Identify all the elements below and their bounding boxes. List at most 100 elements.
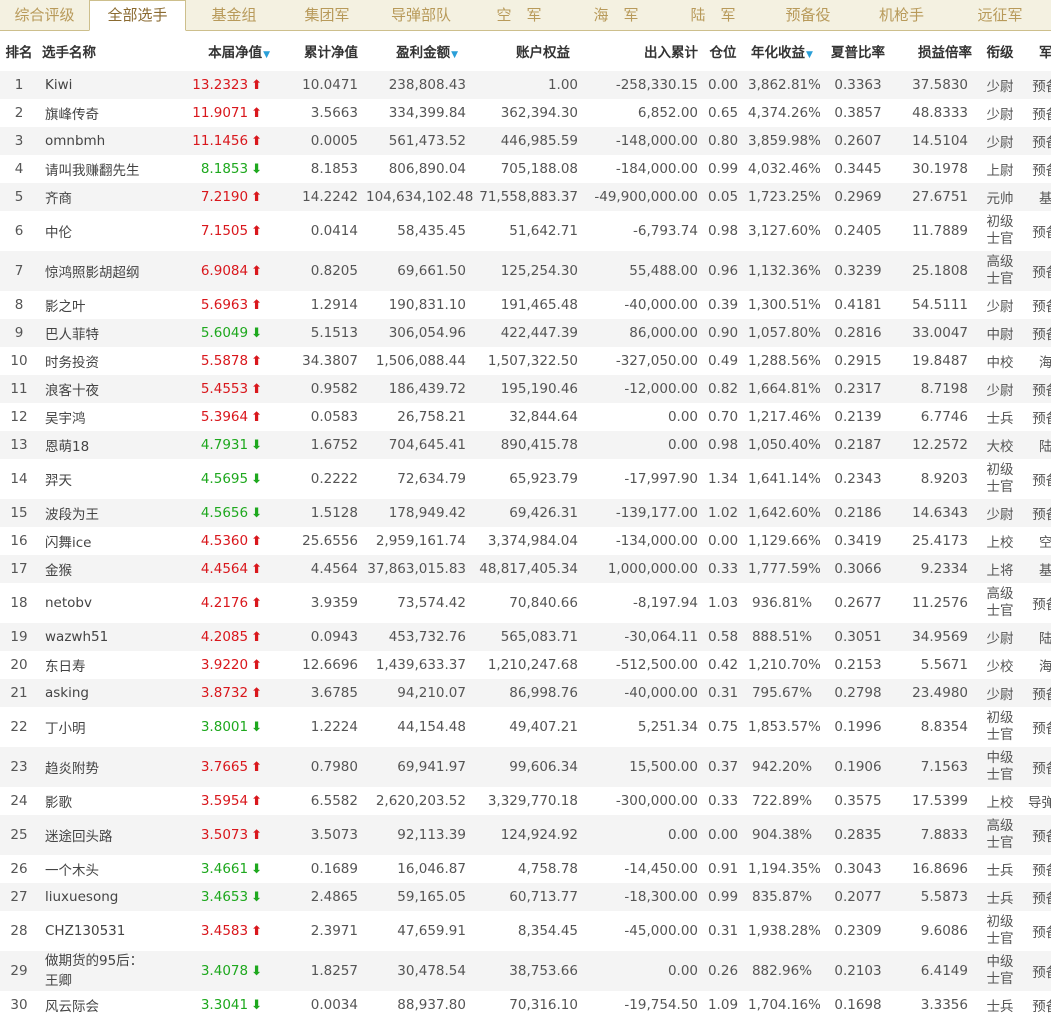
col-profit[interactable]: 盈利金额▼: [362, 31, 474, 71]
player-name[interactable]: 东日寿: [38, 651, 156, 679]
table-row[interactable]: 8 影之叶 5.6963 ⬆ 1.2914 190,831.10 191,465.48 -40…: [0, 291, 1051, 319]
arrow-down-icon: ⬇: [251, 326, 262, 341]
branch: 基金: [1024, 183, 1051, 211]
player-name[interactable]: 时务投资: [38, 347, 156, 375]
pl-ratio: 8.8354: [896, 707, 976, 747]
rank-title: 高级士官: [976, 583, 1024, 623]
profit-amount: 190,831.10: [362, 291, 474, 319]
table-row[interactable]: 24 影歌 3.5954 ⬆ 6.5582 2,620,203.52 3,329,770.1…: [0, 787, 1051, 815]
table-row[interactable]: 21 asking 3.8732 ⬆ 3.6785 94,210.07 86,998.76-…: [0, 679, 1051, 707]
player-name[interactable]: wazwh51: [38, 623, 156, 651]
tab-5[interactable]: 空 军: [470, 0, 568, 30]
table-row[interactable]: 15 波段为王 4.5656 ⬇ 1.5128 178,949.42 69,426.31 -1…: [0, 499, 1051, 527]
tab-3[interactable]: 集团军: [282, 0, 372, 30]
tab-9[interactable]: 机枪手: [854, 0, 949, 30]
position: 0.98: [702, 211, 744, 251]
tab-10[interactable]: 远征军: [949, 0, 1051, 30]
tab-6[interactable]: 海 军: [568, 0, 664, 30]
table-row[interactable]: 9 巴人菲特 5.6049 ⬇ 5.1513 306,054.96 422,447.39 86…: [0, 319, 1051, 347]
rank-title: 初级士官: [976, 211, 1024, 251]
table-row[interactable]: 4 请叫我赚翻先生 8.1853 ⬇ 8.1853 806,890.04 705,188.0…: [0, 155, 1051, 183]
table-row[interactable]: 25 迷途回头路 3.5073 ⬆ 3.5073 92,113.39 124,924.92 0…: [0, 815, 1051, 855]
table-row[interactable]: 13 恩萌18 4.7931 ⬇ 1.6752 704,645.41 890,415.78 0…: [0, 431, 1051, 459]
player-name[interactable]: 丁小明: [38, 707, 156, 747]
table-row[interactable]: 28 CHZ130531 3.4583 ⬆ 2.3971 47,659.91 8,354.4…: [0, 911, 1051, 951]
player-name[interactable]: 浪客十夜: [38, 375, 156, 403]
player-name[interactable]: 中伦: [38, 211, 156, 251]
col-current-nav[interactable]: 本届净值▼: [156, 31, 280, 71]
nav-value: 4.5360: [200, 533, 249, 549]
player-name[interactable]: netobv: [38, 583, 156, 623]
table-row[interactable]: 12 吴宇鸿 5.3964 ⬆ 0.0583 26,758.21 32,844.64 0.00…: [0, 403, 1051, 431]
branch: 预备役: [1024, 951, 1051, 991]
arrow-down-icon: ⬇: [251, 162, 262, 177]
player-name[interactable]: omnbmh: [38, 127, 156, 155]
annual-return: 1,210.70%: [744, 651, 820, 679]
table-row[interactable]: 26 一个木头 3.4661 ⬇ 0.1689 16,046.87 4,758.78 -14,…: [0, 855, 1051, 883]
table-row[interactable]: 14 羿天 4.5695 ⬇ 0.2222 72,634.79 65,923.79 -17,9…: [0, 459, 1051, 499]
table-row[interactable]: 5 齐商 7.2190 ⬆ 14.2242 104,634,102.48 71,558,88…: [0, 183, 1051, 211]
player-name[interactable]: Kiwi: [38, 71, 156, 99]
cash-flow: -8,197.94: [586, 583, 702, 623]
table-row[interactable]: 3 omnbmh 11.1456 ⬆ 0.0005 561,473.52 446,985.5…: [0, 127, 1051, 155]
player-name[interactable]: 请叫我赚翻先生: [38, 155, 156, 183]
player-name[interactable]: asking: [38, 679, 156, 707]
player-name[interactable]: 风云际会: [38, 991, 156, 1019]
col-cumulative-nav: 累计净值: [280, 31, 362, 71]
player-name[interactable]: 影之叶: [38, 291, 156, 319]
table-row[interactable]: 17 金猴 4.4564 ⬆ 4.4564 37,863,015.83 48,817,405…: [0, 555, 1051, 583]
player-name[interactable]: 波段为王: [38, 499, 156, 527]
player-name[interactable]: 趋炎附势: [38, 747, 156, 787]
player-name[interactable]: liuxuesong: [38, 883, 156, 911]
rank-title: 上将: [976, 555, 1024, 583]
table-row[interactable]: 11 浪客十夜 5.4553 ⬆ 0.9582 186,439.72 195,190.46-…: [0, 375, 1051, 403]
pl-ratio: 5.5671: [896, 651, 976, 679]
sharpe-ratio: 0.2186: [820, 499, 896, 527]
player-name[interactable]: CHZ130531: [38, 911, 156, 951]
table-row[interactable]: 2 旗峰传奇 11.9071 ⬆ 3.5663 334,399.84 362,394.30 6…: [0, 99, 1051, 127]
player-name[interactable]: 做期货的95后：王卿: [38, 951, 156, 991]
cash-flow: -300,000.00: [586, 787, 702, 815]
player-name[interactable]: 羿天: [38, 459, 156, 499]
player-name[interactable]: 惊鸿照影胡超纲: [38, 251, 156, 291]
tab-8[interactable]: 预备役: [762, 0, 854, 30]
table-row[interactable]: 22 丁小明 3.8001 ⬇ 1.2224 44,154.48 49,407.21 5,25…: [0, 707, 1051, 747]
rank-cell: 6: [0, 211, 38, 251]
player-name[interactable]: 迷途回头路: [38, 815, 156, 855]
player-name[interactable]: 旗峰传奇: [38, 99, 156, 127]
table-row[interactable]: 1 Kiwi 13.2323 ⬆ 10.0471 238,808.43 1.00 -258,3…: [0, 71, 1051, 99]
account-equity: 890,415.78: [474, 431, 586, 459]
table-row[interactable]: 19 wazwh51 4.2085 ⬆ 0.0943 453,732.76 565,083.…: [0, 623, 1051, 651]
rank-cell: 23: [0, 747, 38, 787]
branch: 预备役: [1024, 883, 1051, 911]
table-row[interactable]: 20 东日寿 3.9220 ⬆ 12.6696 1,439,633.37 1,210,247…: [0, 651, 1051, 679]
table-row[interactable]: 18 netobv 4.2176 ⬆ 3.9359 73,574.42 70,840.66-…: [0, 583, 1051, 623]
player-name[interactable]: 吴宇鸿: [38, 403, 156, 431]
player-name[interactable]: 恩萌18: [38, 431, 156, 459]
table-row[interactable]: 16 闪舞ice 4.5360 ⬆ 25.6556 2,959,161.74 3,374,9…: [0, 527, 1051, 555]
cumulative-nav: 0.0005: [280, 127, 362, 155]
arrow-down-icon: ⬇: [251, 964, 262, 979]
tab-1[interactable]: 全部选手: [89, 0, 186, 31]
current-nav: 4.5656 ⬇: [156, 499, 280, 527]
tab-0[interactable]: 综合评级: [0, 0, 89, 30]
tab-2[interactable]: 基金组: [186, 0, 282, 30]
player-name[interactable]: 影歌: [38, 787, 156, 815]
current-nav: 7.1505 ⬆: [156, 211, 280, 251]
table-row[interactable]: 23 趋炎附势 3.7665 ⬆ 0.7980 69,941.97 99,606.34 15,…: [0, 747, 1051, 787]
player-name[interactable]: 金猴: [38, 555, 156, 583]
player-name[interactable]: 巴人菲特: [38, 319, 156, 347]
cumulative-nav: 14.2242: [280, 183, 362, 211]
col-annual-return[interactable]: 年化收益▼: [744, 31, 820, 71]
player-name[interactable]: 齐商: [38, 183, 156, 211]
tab-4[interactable]: 导弹部队: [372, 0, 470, 30]
table-row[interactable]: 10 时务投资 5.5878 ⬆ 34.3807 1,506,088.44 1,507,32…: [0, 347, 1051, 375]
tab-7[interactable]: 陆 军: [664, 0, 762, 30]
table-row[interactable]: 29 做期货的95后：王卿 3.4078 ⬇ 1.8257 30,478.54 38,753…: [0, 951, 1051, 991]
table-row[interactable]: 6 中伦 7.1505 ⬆ 0.0414 58,435.45 51,642.71 -6,793…: [0, 211, 1051, 251]
table-row[interactable]: 27 liuxuesong 3.4653 ⬇ 2.4865 59,165.05 60,713…: [0, 883, 1051, 911]
table-row[interactable]: 7 惊鸿照影胡超纲 6.9084 ⬆ 0.8205 69,661.50 125,254.30…: [0, 251, 1051, 291]
table-row[interactable]: 30 风云际会 3.3041 ⬇ 0.0034 88,937.80 70,316.10 -19…: [0, 991, 1051, 1019]
player-name[interactable]: 闪舞ice: [38, 527, 156, 555]
player-name[interactable]: 一个木头: [38, 855, 156, 883]
